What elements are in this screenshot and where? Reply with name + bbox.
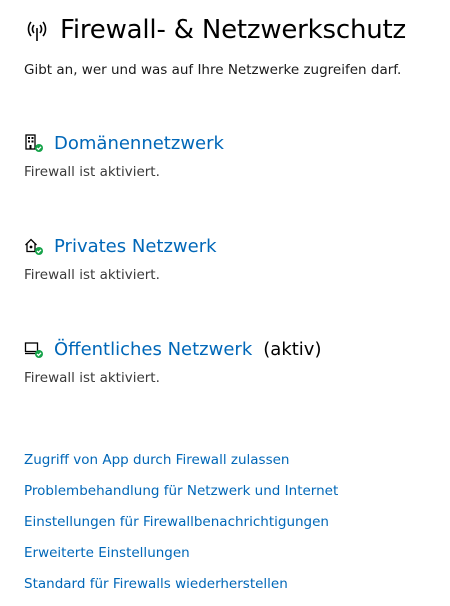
private-home-icon bbox=[24, 236, 44, 256]
wireless-signal-icon bbox=[24, 17, 50, 43]
firewall-notification-settings-link[interactable]: Einstellungen für Firewallbenachrichtigu… bbox=[24, 512, 338, 543]
network-status-public: Firewall ist aktiviert. bbox=[24, 370, 160, 386]
network-active-badge: (aktiv) bbox=[263, 338, 322, 360]
network-link-public[interactable]: Öffentliches Netzwerk bbox=[54, 339, 252, 360]
domain-building-icon bbox=[24, 133, 44, 153]
allow-app-through-firewall-link[interactable]: Zugriff von App durch Firewall zulassen bbox=[24, 450, 338, 481]
network-link-private[interactable]: Privates Netzwerk bbox=[54, 236, 217, 257]
network-troubleshooter-link[interactable]: Problembehandlung für Netzwerk und Inter… bbox=[24, 481, 338, 512]
public-network-icon bbox=[24, 339, 44, 359]
page-title: Firewall- & Netzwerkschutz bbox=[60, 15, 406, 45]
network-section-private: Privates Netzwerk Firewall ist aktiviert… bbox=[24, 234, 217, 284]
network-status-domain: Firewall ist aktiviert. bbox=[24, 164, 160, 180]
network-section-domain: Domänennetzwerk Firewall ist aktiviert. bbox=[24, 131, 224, 181]
advanced-settings-link[interactable]: Erweiterte Einstellungen bbox=[24, 543, 338, 574]
page-subtitle: Gibt an, wer und was auf Ihre Netzwerke … bbox=[24, 62, 402, 78]
network-status-private: Firewall ist aktiviert. bbox=[24, 267, 160, 283]
page-header: Firewall- & Netzwerkschutz bbox=[24, 14, 406, 46]
settings-links: Zugriff von App durch Firewall zulassen … bbox=[24, 450, 338, 605]
network-section-public: Öffentliches Netzwerk (aktiv) Firewall i… bbox=[24, 337, 322, 387]
network-link-domain[interactable]: Domänennetzwerk bbox=[54, 133, 224, 154]
restore-firewall-defaults-link[interactable]: Standard für Firewalls wiederherstellen bbox=[24, 574, 338, 605]
